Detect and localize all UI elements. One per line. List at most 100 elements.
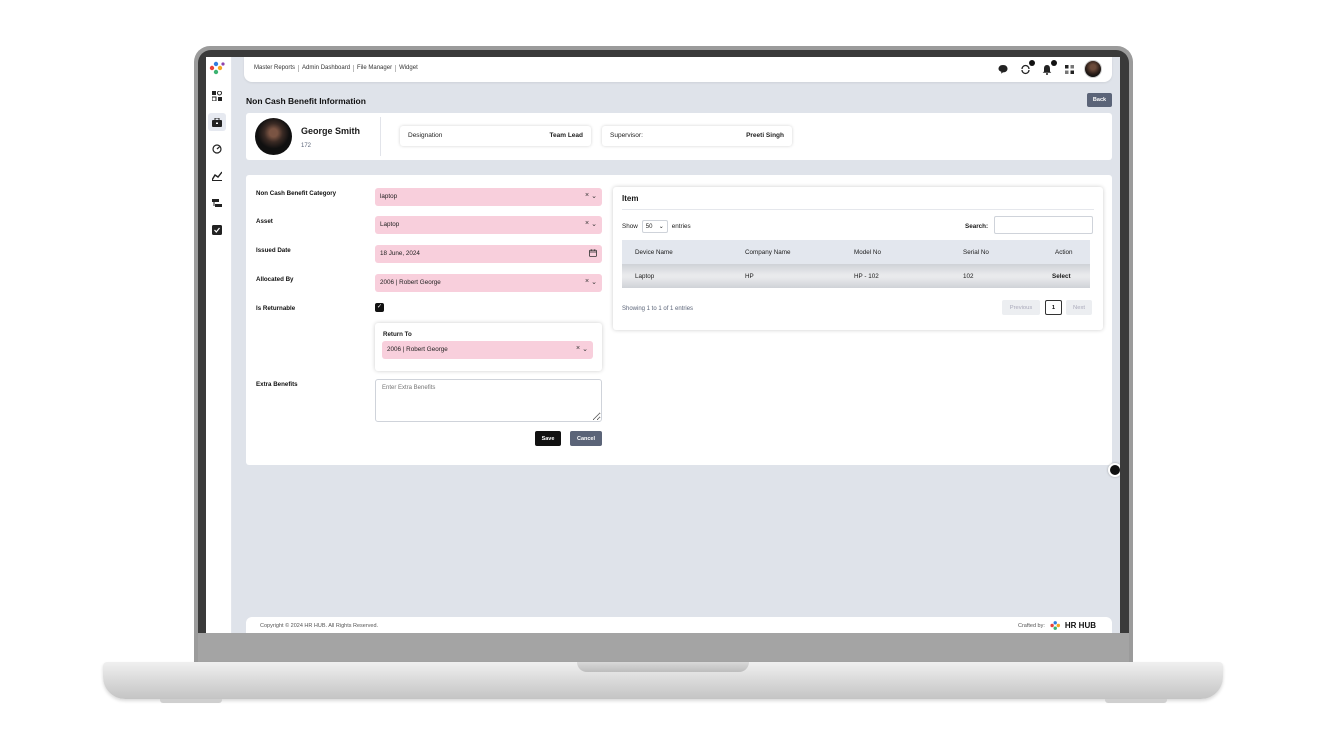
pagination-page-1[interactable]: 1 [1045, 300, 1062, 315]
cancel-button[interactable]: Cancel [570, 431, 602, 446]
chevron-down-icon[interactable]: ⌄ [591, 220, 597, 228]
crafted-by-label: Crafted by: [1017, 622, 1045, 629]
cell-model-no: HP - 102 [854, 273, 879, 280]
select-row-button[interactable]: Select [1052, 273, 1071, 280]
extra-benefits-textarea[interactable] [375, 379, 602, 422]
chevron-down-icon[interactable]: ⌄ [591, 278, 597, 286]
supervisor-value: Preeti Singh [746, 132, 784, 139]
cell-serial-no: 102 [963, 273, 974, 280]
category-label: Non Cash Benefit Category [256, 190, 337, 197]
return-to-select[interactable]: 2006 | Robert George × ⌄ [382, 341, 593, 359]
clear-icon[interactable]: × [585, 192, 589, 200]
designation-value: Team Lead [549, 132, 583, 139]
column-header-serial-no[interactable]: Serial No [963, 249, 989, 256]
footer: Copyright © 2024 HR HUB. All Rights Rese… [246, 617, 1112, 633]
laptop-notch [577, 662, 749, 672]
cell-company-name: HP [745, 273, 754, 280]
allocated-by-value: 2006 | Robert George [380, 279, 441, 286]
show-label: Show [622, 223, 638, 230]
employee-name: George Smith [301, 126, 361, 136]
checklist-icon[interactable] [210, 223, 224, 237]
benefit-form-card: Non Cash Benefit Category laptop × ⌄ Asse… [246, 175, 1112, 465]
return-to-value: 2006 | Robert George [387, 346, 448, 353]
asset-select[interactable]: Laptop × ⌄ [375, 216, 602, 234]
copyright-text: Copyright © 2024 HR HUB. All Rights Rese… [260, 623, 379, 629]
nav-link-admin-dashboard[interactable]: Admin Dashboard [299, 65, 355, 72]
save-button[interactable]: Save [535, 431, 561, 446]
hrhub-logo-icon [1050, 621, 1060, 630]
bell-icon[interactable] [1040, 60, 1057, 76]
asset-value: Laptop [380, 221, 400, 228]
page-length-control: Show 50 ⌄ entries [622, 220, 691, 233]
laptop-foot-left [160, 699, 222, 703]
refresh-icon[interactable] [1018, 60, 1035, 76]
employee-profile-card: George Smith 172 Designation Team Lead S… [246, 113, 1112, 160]
employee-avatar [255, 118, 292, 155]
issued-date-label: Issued Date [256, 247, 291, 254]
extra-benefits-label: Extra Benefits [256, 381, 298, 388]
user-avatar[interactable] [1084, 60, 1102, 78]
chevron-down-icon[interactable]: ⌄ [591, 192, 597, 200]
apps-icon[interactable] [210, 89, 224, 103]
pagination-previous[interactable]: Previous [1002, 300, 1040, 315]
table-search-input[interactable] [994, 216, 1093, 234]
back-button[interactable]: Back [1087, 93, 1112, 107]
help-chat-icon[interactable] [1108, 463, 1120, 477]
layers-icon[interactable] [210, 196, 224, 210]
item-title: Item [622, 194, 639, 203]
designation-pill: Designation Team Lead [400, 126, 591, 146]
nav-link-master-reports[interactable]: Master Reports [254, 65, 300, 72]
supervisor-label: Supervisor: [610, 132, 643, 139]
nav-links: Master Reports Admin Dashboard File Mana… [254, 65, 421, 72]
entries-label: entries [671, 223, 691, 230]
return-to-label: Return To [383, 331, 412, 338]
sidebar [206, 57, 232, 633]
chat-icon[interactable] [996, 62, 1010, 76]
bell-badge [1051, 60, 1057, 66]
column-header-device-name[interactable]: Device Name [635, 249, 673, 256]
nav-link-file-manager[interactable]: File Manager [354, 65, 397, 72]
briefcase-icon[interactable] [208, 113, 226, 131]
table-info: Showing 1 to 1 of 1 entries [622, 306, 694, 312]
laptop-chin [198, 633, 1129, 662]
chevron-down-icon[interactable]: ⌄ [582, 345, 588, 353]
cell-device-name: Laptop [635, 273, 655, 280]
allocated-by-select[interactable]: 2006 | Robert George × ⌄ [375, 274, 602, 292]
hrhub-logo-icon[interactable] [208, 60, 226, 76]
profile-divider [380, 117, 381, 156]
page-title: Non Cash Benefit Information [246, 96, 366, 106]
crafted-by: Crafted by: HR HUB [1018, 620, 1096, 631]
clear-icon[interactable]: × [585, 220, 589, 228]
nav-link-widget[interactable]: Widget [396, 65, 421, 72]
item-table-card: Item Show 50 ⌄ entries Search: Device Na… [613, 187, 1103, 330]
item-divider [622, 209, 1094, 210]
return-to-panel: Return To 2006 | Robert George × ⌄ [375, 323, 602, 371]
column-header-model-no[interactable]: Model No [854, 249, 881, 256]
chart-icon[interactable] [210, 169, 224, 183]
is-returnable-label: Is Returnable [256, 305, 296, 312]
page-length-select[interactable]: 50 ⌄ [641, 220, 668, 233]
page-length-value: 50 [645, 223, 653, 230]
issued-date-value: 18 June, 2024 [380, 250, 420, 257]
column-header-company-name[interactable]: Company Name [745, 249, 791, 256]
grid-icon[interactable] [1062, 62, 1076, 76]
calendar-icon[interactable] [589, 249, 597, 257]
issued-date-input[interactable]: 18 June, 2024 [375, 245, 602, 263]
clear-icon[interactable]: × [585, 278, 589, 286]
refresh-badge [1029, 60, 1035, 66]
clear-icon[interactable]: × [576, 345, 580, 353]
column-header-action[interactable]: Action [1055, 249, 1073, 256]
chevron-down-icon: ⌄ [658, 224, 664, 230]
employee-id: 172 [301, 143, 312, 149]
screen: Master Reports Admin Dashboard File Mana… [206, 57, 1120, 633]
allocated-by-label: Allocated By [256, 276, 294, 283]
footer-brand: HR HUB [1064, 621, 1096, 630]
top-navbar: Master Reports Admin Dashboard File Mana… [244, 57, 1112, 82]
is-returnable-checkbox[interactable]: ✓ [375, 303, 384, 312]
supervisor-pill: Supervisor: Preeti Singh [602, 126, 792, 146]
category-select[interactable]: laptop × ⌄ [375, 188, 602, 206]
top-icon-bar [988, 60, 1102, 78]
pagination-next[interactable]: Next [1066, 300, 1092, 315]
gauge-icon[interactable] [210, 142, 224, 156]
laptop-foot-right [1105, 699, 1167, 703]
